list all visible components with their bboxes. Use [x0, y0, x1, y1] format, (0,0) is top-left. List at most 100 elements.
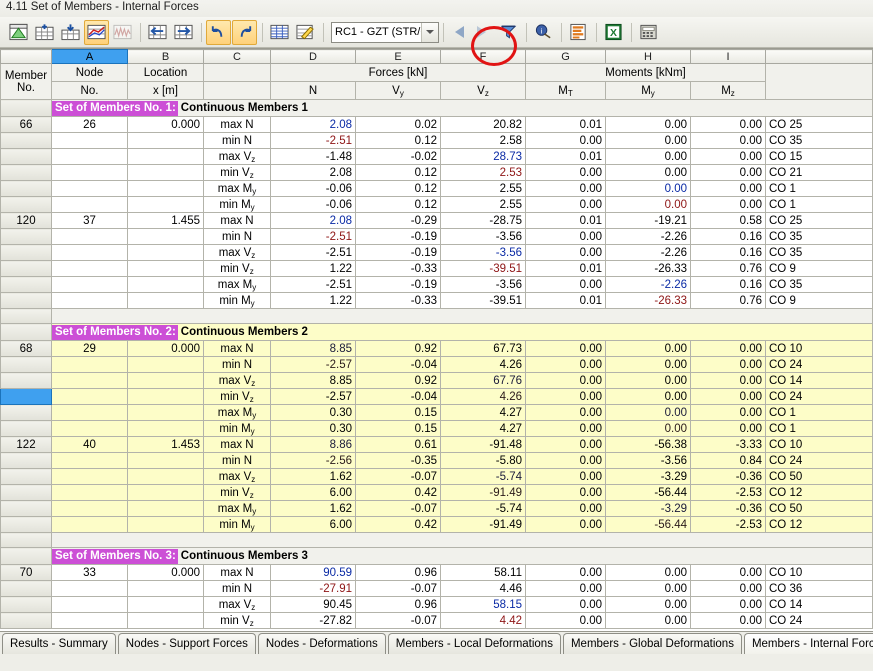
cell-load-combination[interactable]: CO 1: [766, 197, 873, 213]
cell-location[interactable]: [128, 197, 204, 213]
cell-Mz[interactable]: 0.16: [691, 277, 766, 293]
cell-node-no[interactable]: [52, 277, 128, 293]
cell-N[interactable]: 6.00: [271, 517, 356, 533]
cell-load-combination[interactable]: CO 15: [766, 149, 873, 165]
cell-load-combination[interactable]: CO 24: [766, 357, 873, 373]
table-row[interactable]: min My-0.060.122.550.000.000.00CO 1: [1, 197, 873, 213]
cell-MT[interactable]: 0.00: [526, 373, 606, 389]
row-member-no[interactable]: [1, 165, 52, 181]
cell-location[interactable]: [128, 229, 204, 245]
cell-Vy[interactable]: 0.96: [356, 565, 441, 581]
cell-My[interactable]: 0.00: [606, 149, 691, 165]
cell-Mz[interactable]: -0.36: [691, 501, 766, 517]
cell-MT[interactable]: 0.01: [526, 213, 606, 229]
cell-MT[interactable]: 0.01: [526, 117, 606, 133]
cell-MT[interactable]: 0.00: [526, 517, 606, 533]
cell-value-type[interactable]: min N: [204, 581, 271, 597]
filter-results-button[interactable]: [496, 20, 521, 45]
cell-location[interactable]: 1.455: [128, 213, 204, 229]
tab-members-internal-forces[interactable]: Members - Internal Forces: [744, 633, 873, 654]
cell-load-combination[interactable]: CO 36: [766, 581, 873, 597]
row-member-no[interactable]: [1, 421, 52, 437]
column-header-D[interactable]: D: [271, 50, 356, 64]
cell-N[interactable]: 90.45: [271, 597, 356, 613]
row-member-no[interactable]: [1, 469, 52, 485]
cell-My[interactable]: -3.29: [606, 469, 691, 485]
cell-My[interactable]: 0.00: [606, 421, 691, 437]
cell-Vy[interactable]: -0.19: [356, 245, 441, 261]
cell-load-combination[interactable]: CO 10: [766, 565, 873, 581]
column-header-H[interactable]: H: [606, 50, 691, 64]
cell-My[interactable]: 0.00: [606, 597, 691, 613]
cell-location[interactable]: [128, 597, 204, 613]
cell-MT[interactable]: 0.01: [526, 261, 606, 277]
cell-Vz[interactable]: -3.56: [441, 277, 526, 293]
table-row[interactable]: min Vz-2.57-0.044.260.000.000.00CO 24: [1, 389, 873, 405]
cell-Mz[interactable]: 0.00: [691, 613, 766, 629]
cell-MT[interactable]: 0.00: [526, 565, 606, 581]
row-member-no[interactable]: [1, 517, 52, 533]
info-icon[interactable]: i: [531, 20, 556, 45]
tab-nodes-deformations[interactable]: Nodes - Deformations: [258, 633, 386, 654]
cell-N[interactable]: -2.51: [271, 133, 356, 149]
cell-N[interactable]: 8.85: [271, 373, 356, 389]
cell-location[interactable]: [128, 389, 204, 405]
cell-Mz[interactable]: 0.00: [691, 597, 766, 613]
cell-Mz[interactable]: 0.84: [691, 453, 766, 469]
cell-value-type[interactable]: max N: [204, 213, 271, 229]
cell-MT[interactable]: 0.00: [526, 229, 606, 245]
cell-My[interactable]: 0.00: [606, 581, 691, 597]
cell-location[interactable]: [128, 261, 204, 277]
cell-load-combination[interactable]: CO 24: [766, 389, 873, 405]
cell-node-no[interactable]: [52, 197, 128, 213]
table-row[interactable]: 68290.000max N8.850.9267.730.000.000.00C…: [1, 341, 873, 357]
cell-node-no[interactable]: [52, 165, 128, 181]
cell-N[interactable]: 0.30: [271, 421, 356, 437]
printout-report-icon[interactable]: [566, 20, 591, 45]
table-row[interactable]: max My1.62-0.07-5.740.00-3.29-0.36CO 50: [1, 501, 873, 517]
cell-N[interactable]: 1.22: [271, 293, 356, 309]
cell-value-type[interactable]: max Vz: [204, 373, 271, 389]
column-header-B[interactable]: B: [128, 50, 204, 64]
cell-MT[interactable]: 0.00: [526, 421, 606, 437]
cell-location[interactable]: [128, 149, 204, 165]
cell-load-combination[interactable]: CO 14: [766, 373, 873, 389]
cell-location[interactable]: [128, 581, 204, 597]
row-member-no[interactable]: [1, 245, 52, 261]
cell-Vz[interactable]: -39.51: [441, 261, 526, 277]
cell-location[interactable]: 1.453: [128, 437, 204, 453]
table-row[interactable]: min My6.000.42-91.490.00-56.44-2.53CO 12: [1, 517, 873, 533]
table-row[interactable]: max My-0.060.122.550.000.000.00CO 1: [1, 181, 873, 197]
cell-node-no[interactable]: 40: [52, 437, 128, 453]
cell-Mz[interactable]: 0.00: [691, 149, 766, 165]
cell-node-no[interactable]: [52, 357, 128, 373]
cell-Vz[interactable]: 28.73: [441, 149, 526, 165]
cell-load-combination[interactable]: CO 9: [766, 293, 873, 309]
cell-Vz[interactable]: -3.56: [441, 229, 526, 245]
table-export-icon[interactable]: [58, 20, 83, 45]
cell-value-type[interactable]: max Vz: [204, 469, 271, 485]
row-member-no[interactable]: [1, 613, 52, 629]
cell-value-type[interactable]: min Vz: [204, 261, 271, 277]
cell-node-no[interactable]: [52, 581, 128, 597]
cell-MT[interactable]: 0.00: [526, 389, 606, 405]
cell-My[interactable]: 0.00: [606, 341, 691, 357]
table-row[interactable]: min N-2.510.122.580.000.000.00CO 35: [1, 133, 873, 149]
cell-value-type[interactable]: max My: [204, 501, 271, 517]
cell-value-type[interactable]: min N: [204, 133, 271, 149]
cell-Mz[interactable]: -2.53: [691, 485, 766, 501]
cell-Mz[interactable]: 0.00: [691, 165, 766, 181]
cell-N[interactable]: 1.22: [271, 261, 356, 277]
cell-location[interactable]: [128, 469, 204, 485]
cell-MT[interactable]: 0.00: [526, 277, 606, 293]
cell-MT[interactable]: 0.00: [526, 165, 606, 181]
row-member-no[interactable]: [1, 501, 52, 517]
cell-value-type[interactable]: min My: [204, 293, 271, 309]
cell-Vz[interactable]: 2.53: [441, 165, 526, 181]
cell-load-combination[interactable]: CO 1: [766, 421, 873, 437]
spacer-row-index[interactable]: [1, 533, 52, 548]
cell-location[interactable]: [128, 613, 204, 629]
cell-My[interactable]: 0.00: [606, 565, 691, 581]
cell-location[interactable]: [128, 133, 204, 149]
cell-Vz[interactable]: 58.15: [441, 597, 526, 613]
